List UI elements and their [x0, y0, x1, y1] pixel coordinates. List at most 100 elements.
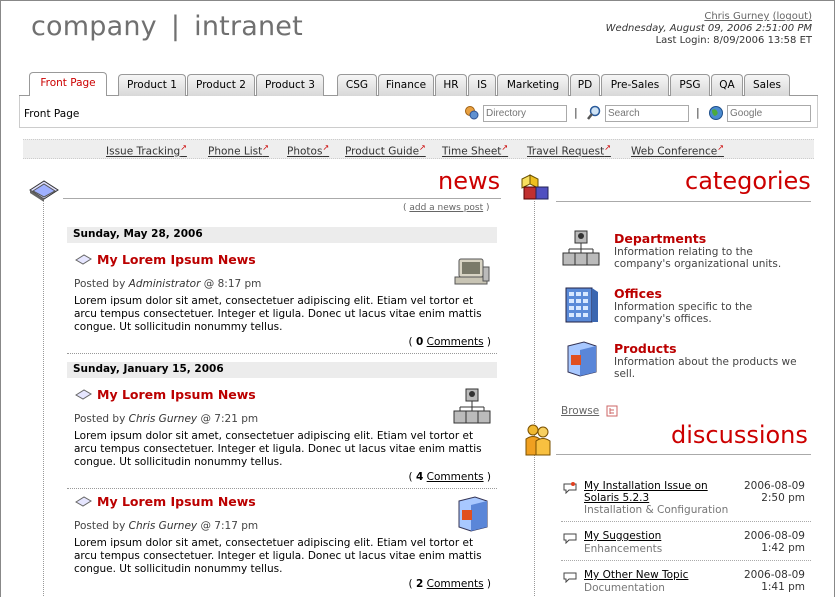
computer-icon	[454, 258, 490, 285]
tab-product-2[interactable]: Product 2	[187, 74, 255, 96]
user-name-link[interactable]: Chris Gurney	[704, 11, 769, 22]
add-news-post-link[interactable]: add a news post	[409, 203, 483, 213]
breadcrumb: Front Page	[24, 108, 80, 120]
news-comments: ( 4 Comments )	[408, 471, 491, 483]
tab-hr[interactable]: HR	[435, 74, 467, 96]
people-icon	[525, 424, 551, 456]
news-item-byline: Posted by Chris Gurney @ 7:17 pm	[74, 520, 258, 532]
discussion-date: 2006-08-09 2:50 pm	[725, 480, 805, 504]
quicklink-issue-tracking[interactable]: Issue Tracking↗	[106, 143, 187, 158]
external-link-icon: ↗	[322, 143, 330, 152]
quicklink-label: Issue Tracking	[106, 145, 181, 158]
news-item-body: Lorem ipsum dolor sit amet, consectetuer…	[74, 537, 482, 575]
news-item-icon	[75, 389, 92, 400]
tab-product-1[interactable]: Product 1	[118, 74, 186, 96]
tab-pd[interactable]: PD	[570, 74, 600, 96]
quicklink-label: Phone List	[208, 145, 263, 158]
tab-is[interactable]: IS	[468, 74, 496, 96]
site-search-input[interactable]	[605, 105, 689, 122]
tab-product-3[interactable]: Product 3	[256, 74, 324, 96]
quicklink-label: Web Conference	[631, 145, 718, 158]
news-item-title[interactable]: My Lorem Ipsum News	[97, 387, 256, 402]
news-rule	[63, 198, 501, 199]
external-link-icon: ↗	[604, 143, 611, 152]
quicklink-web-conference[interactable]: Web Conference↗	[631, 143, 724, 158]
directory-search-input[interactable]	[483, 105, 567, 122]
posted-by-label: Posted by	[74, 278, 126, 290]
category-departments[interactable]: Departments	[614, 231, 706, 246]
comments-link[interactable]: Comments	[427, 578, 484, 590]
add-news-post: ( add a news post )	[403, 203, 490, 213]
news-item-icon	[75, 496, 92, 507]
directory-icon	[465, 106, 479, 120]
comments-link[interactable]: Comments	[427, 471, 484, 483]
news-day-header: Sunday, January 15, 2006	[67, 362, 497, 378]
discussion-topic-link[interactable]: My Installation Issue on Solaris 5.2.3	[584, 480, 732, 504]
quicklink-travel-request[interactable]: Travel Request↗	[527, 143, 611, 158]
site-brand[interactable]: company | intranet	[31, 11, 303, 42]
quicklink-time-sheet[interactable]: Time Sheet↗	[442, 143, 508, 158]
news-day-header: Sunday, May 28, 2006	[67, 227, 497, 243]
news-comments: ( 0 Comments )	[408, 336, 491, 348]
discussion-separator	[561, 560, 811, 561]
comments-link[interactable]: Comments	[427, 336, 484, 348]
discussion-bubble-icon	[563, 533, 577, 544]
news-item-title[interactable]: My Lorem Ipsum News	[97, 252, 256, 267]
news-time: @ 8:17 pm	[203, 278, 262, 290]
browse-categories-link[interactable]: Browse	[561, 405, 599, 417]
news-time: @ 7:17 pm	[200, 520, 259, 532]
news-author: Chris Gurney	[128, 413, 198, 425]
discussion-date-value: 2006-08-09	[743, 480, 805, 492]
quicklink-photos[interactable]: Photos↗	[287, 143, 329, 158]
discussion-bubble-icon	[563, 482, 577, 494]
offices-building-icon	[565, 287, 598, 323]
logout-link[interactable]: (logout)	[773, 11, 812, 22]
posted-by-label: Posted by	[74, 413, 126, 425]
news-author: Chris Gurney	[128, 520, 198, 532]
news-comments: ( 2 Comments )	[408, 578, 491, 590]
category-products[interactable]: Products	[614, 341, 677, 356]
current-datetime: Wednesday, August 09, 2006 2:51:00 PM	[605, 23, 812, 34]
posted-by-label: Posted by	[74, 520, 126, 532]
news-item-title[interactable]: My Lorem Ipsum News	[97, 494, 256, 509]
discussion-topic-link[interactable]: My Other New Topic	[584, 569, 732, 581]
newspaper-icon	[29, 180, 59, 202]
discussion-topic-link[interactable]: My Suggestion	[584, 530, 732, 542]
categories-rule	[556, 201, 811, 202]
discussions-heading: discussions	[671, 421, 808, 449]
globe-icon	[709, 106, 723, 120]
tab-sales[interactable]: Sales	[744, 74, 790, 96]
news-item-body: Lorem ipsum dolor sit amet, consectetuer…	[74, 430, 482, 468]
news-item-icon	[75, 254, 92, 265]
quick-links-bar: Issue Tracking↗ Phone List↗ Photos↗ Prod…	[23, 139, 814, 159]
news-left-guide	[43, 201, 44, 597]
tab-psg[interactable]: PSG	[670, 74, 710, 96]
external-link-icon: ↗	[717, 143, 724, 152]
cubes-icon	[521, 174, 549, 200]
tab-marketing[interactable]: Marketing	[497, 74, 569, 96]
tab-subbar: Front Page | |	[19, 96, 818, 128]
discussions-rule	[556, 454, 811, 455]
categories-heading: categories	[685, 167, 811, 195]
tab-finance[interactable]: Finance	[378, 74, 434, 96]
magnifier-icon	[587, 105, 601, 120]
google-search-input[interactable]	[727, 105, 811, 122]
comment-count: 0	[415, 336, 424, 348]
quicklink-label: Travel Request	[527, 145, 605, 158]
news-item-byline: Posted by Administrator @ 8:17 pm	[74, 278, 261, 290]
news-heading: news	[438, 167, 501, 195]
category-offices[interactable]: Offices	[614, 286, 662, 301]
tab-pre-sales[interactable]: Pre-Sales	[601, 74, 669, 96]
news-time: @ 7:21 pm	[200, 413, 259, 425]
tab-qa[interactable]: QA	[711, 74, 743, 96]
discussion-time: 1:42 pm	[761, 542, 805, 554]
tab-csg[interactable]: CSG	[337, 74, 377, 96]
comment-count: 4	[415, 471, 424, 483]
quicklink-phone-list[interactable]: Phone List↗	[208, 143, 269, 158]
search-divider-2: |	[696, 106, 700, 119]
tab-front-page[interactable]: Front Page	[29, 72, 107, 97]
discussion-separator	[561, 521, 811, 522]
category-description: Information relating to the company's or…	[614, 246, 782, 270]
quicklink-product-guide[interactable]: Product Guide↗	[345, 143, 426, 158]
news-separator	[67, 353, 497, 354]
